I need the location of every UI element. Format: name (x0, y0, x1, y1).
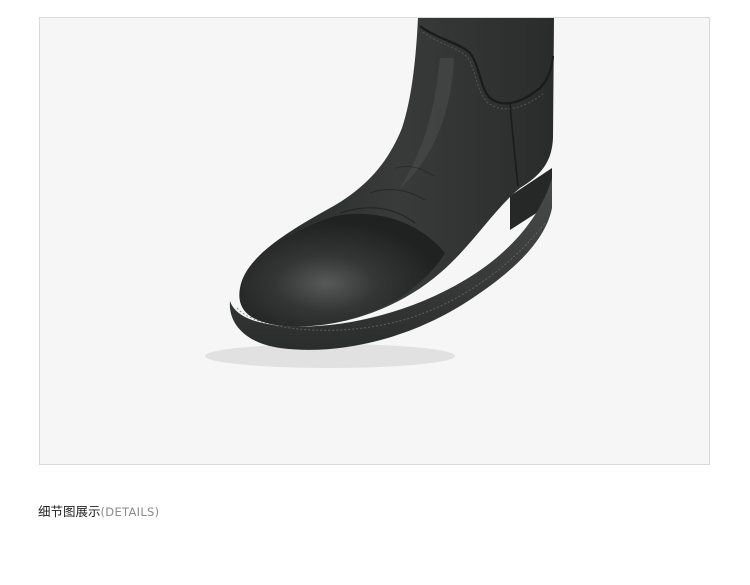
black-boot-detail-image (205, 18, 555, 368)
caption-subtitle: (DETAILS) (100, 505, 160, 519)
detail-photo-frame (39, 17, 710, 465)
details-caption: 细节图展示(DETAILS) (38, 503, 159, 521)
caption-title: 细节图展示 (38, 504, 101, 519)
